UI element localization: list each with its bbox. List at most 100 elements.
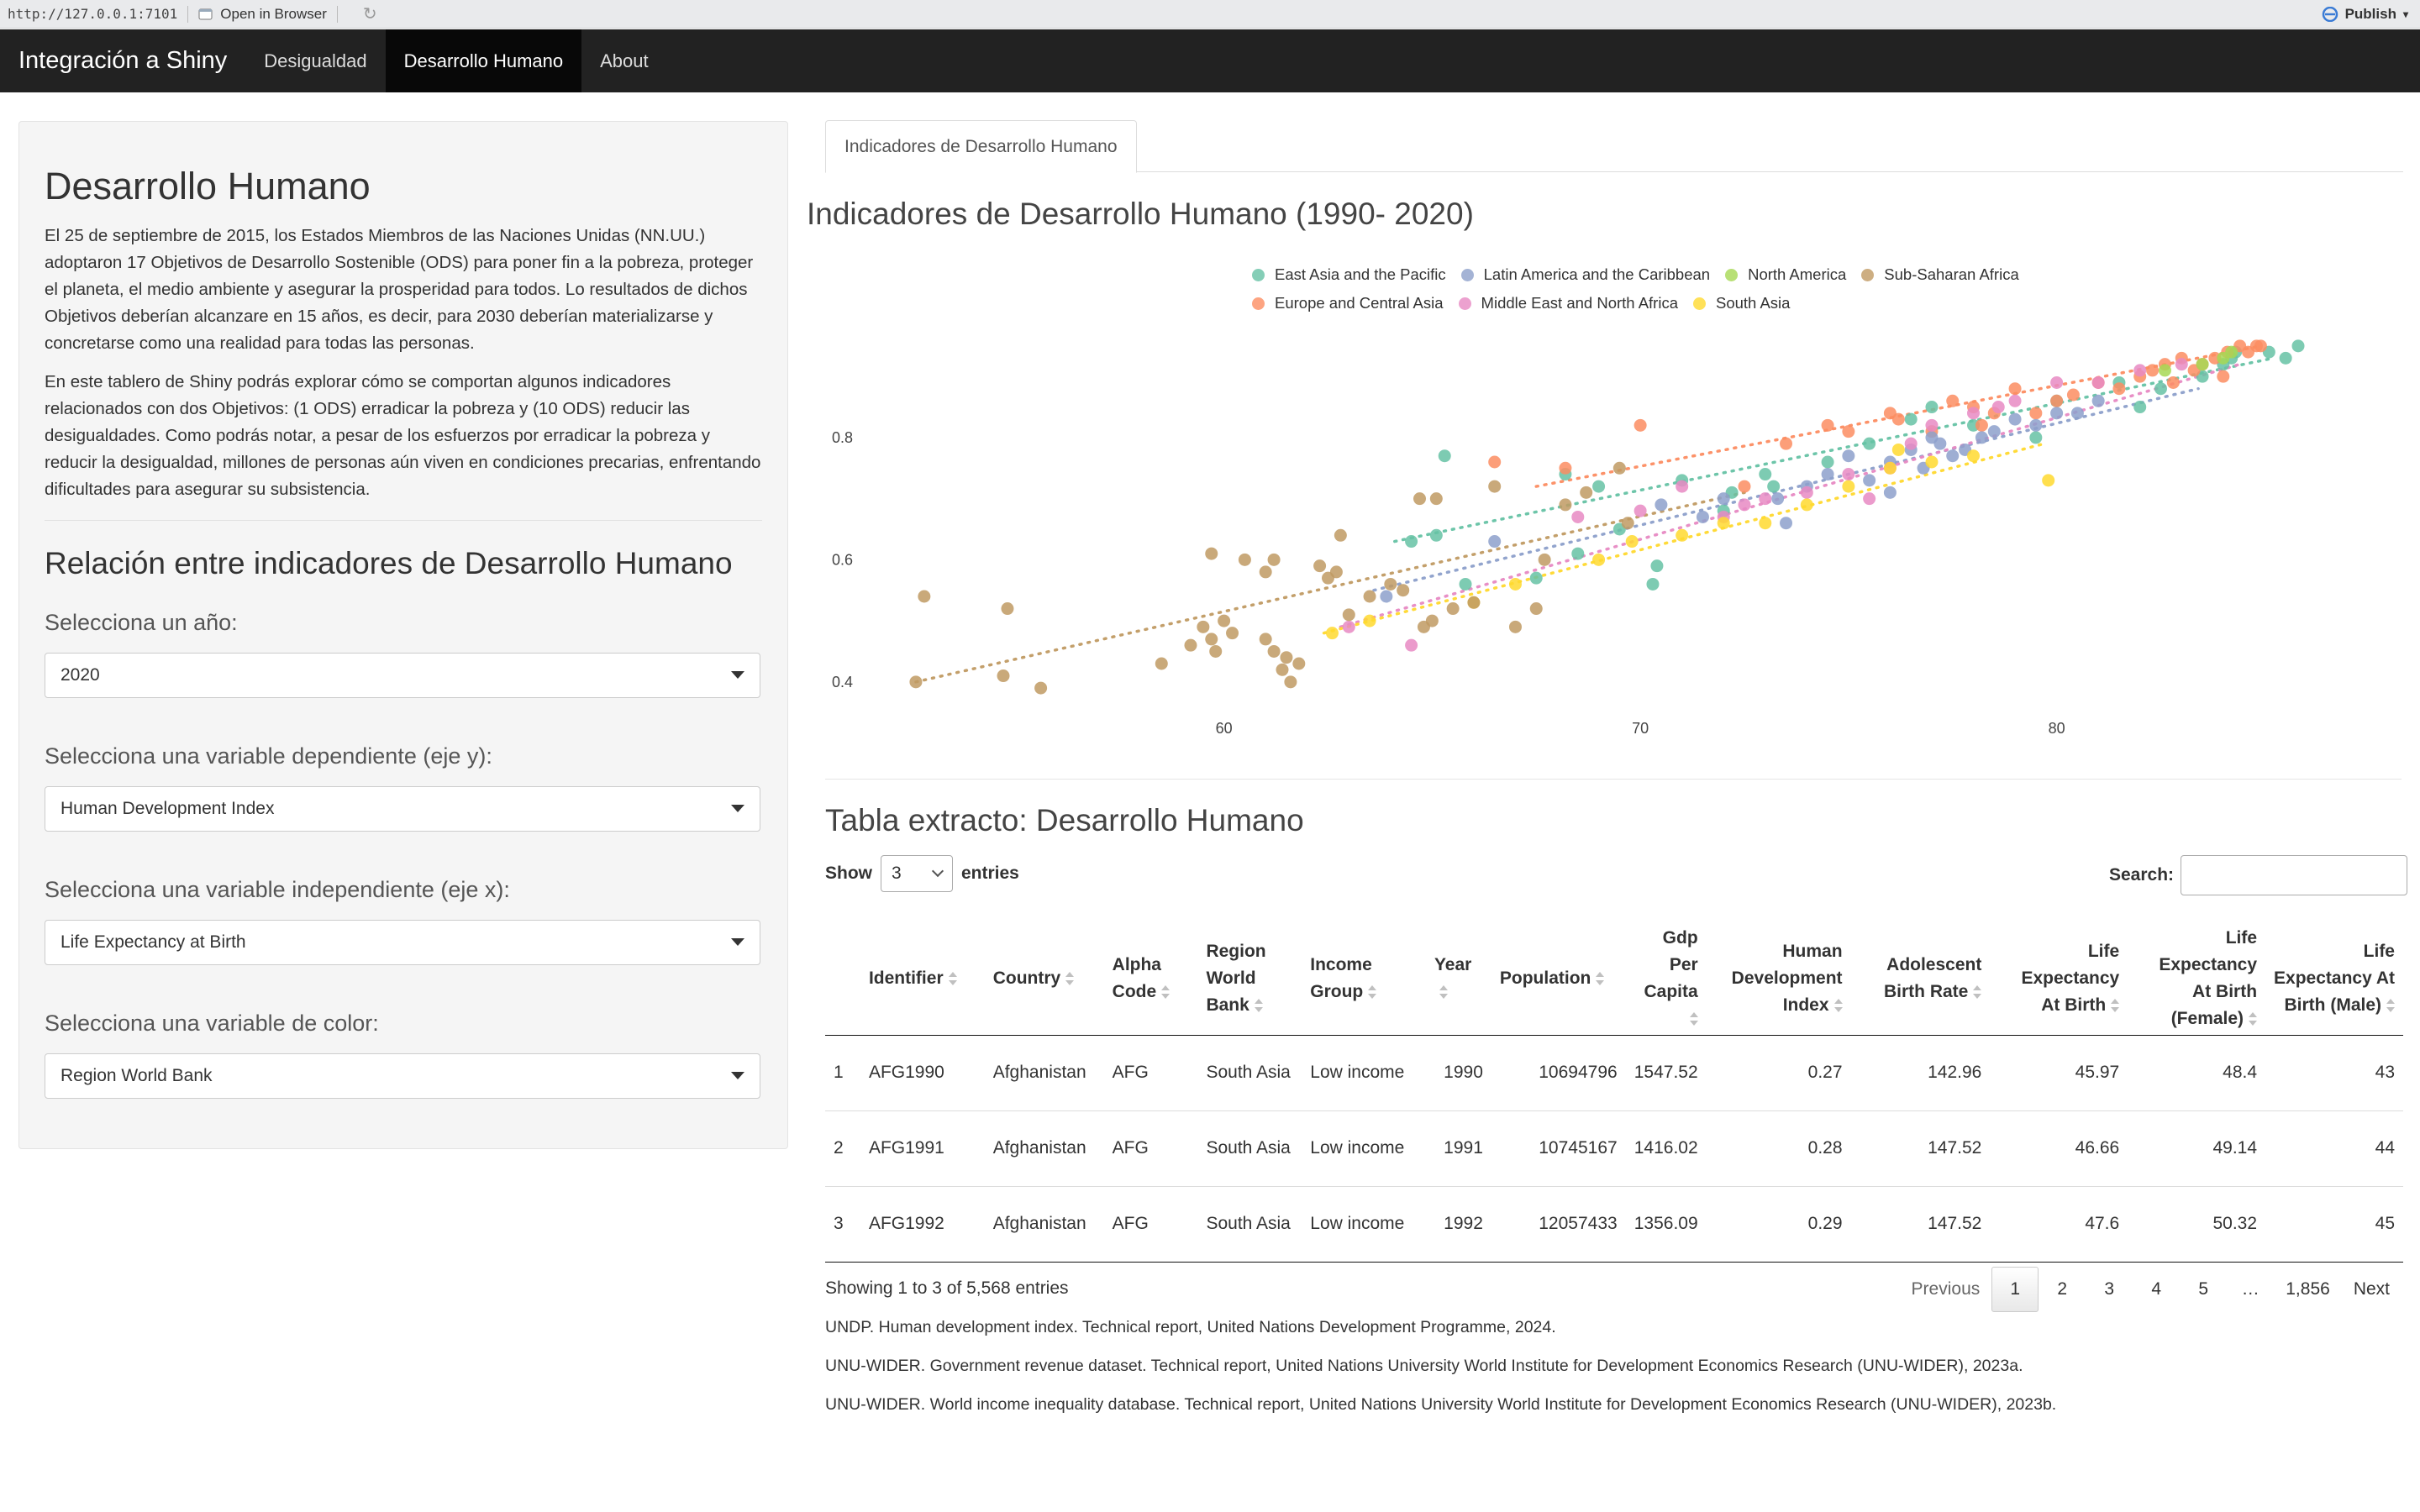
column-header-life-expectancy[interactable]: Life Expectancy At Birth — [1990, 922, 2128, 1036]
publish-icon — [2322, 6, 2338, 22]
cell-population: 12057433 — [1491, 1186, 1626, 1263]
table-title: Tabla extracto: Desarrollo Humano — [825, 803, 1304, 837]
column-header-adolescent-birth-rate[interactable]: Adolescent Birth Rate — [1850, 922, 1991, 1036]
legend-item[interactable]: Middle East and North Africa — [1458, 294, 1678, 312]
page-button-2[interactable]: 2 — [2039, 1267, 2086, 1312]
data-point — [2029, 407, 2043, 420]
nav-item-desarrollo-humano[interactable]: Desarrollo Humano — [385, 29, 582, 92]
viewer-url[interactable]: http://127.0.0.1:7101 — [0, 6, 177, 22]
next-page-button[interactable]: Next — [2342, 1267, 2402, 1312]
column-header-hdi[interactable]: Human Development Index — [1706, 922, 1851, 1036]
publish-label: Publish — [2344, 5, 2396, 22]
column-header-index — [825, 922, 860, 1036]
previous-page-button[interactable]: Previous — [1900, 1267, 1992, 1312]
open-in-browser-button[interactable]: Open in Browser — [198, 6, 327, 23]
data-point — [1325, 627, 1339, 640]
year-select[interactable]: 2020 — [45, 652, 760, 698]
data-point — [1259, 565, 1272, 579]
data-point — [997, 669, 1010, 683]
data-point — [1571, 547, 1585, 560]
scatter-chart[interactable]: 0.4 0.6 0.8 60 70 80 — [807, 319, 2403, 756]
data-point — [1329, 565, 1343, 579]
column-header-gdp-per-capita[interactable]: Gdp Per Capita — [1625, 922, 1707, 1036]
y-variable-select[interactable]: Human Development Index — [45, 785, 760, 832]
data-point — [2158, 364, 2171, 377]
table-row[interactable]: 2 AFG1991 Afghanistan AFG South Asia Low… — [825, 1110, 2403, 1187]
data-point — [1397, 584, 1410, 597]
cell-identifier: AFG1991 — [860, 1110, 985, 1187]
legend-marker — [1725, 268, 1739, 281]
chevron-down-icon: ▾ — [2402, 8, 2408, 20]
data-point — [1967, 407, 1981, 420]
sort-icon — [1368, 985, 1377, 1000]
data-point — [1946, 449, 1960, 463]
show-label: Show — [825, 864, 872, 883]
data-point — [1580, 486, 1593, 499]
data-point — [2279, 351, 2292, 365]
table-row[interactable]: 3 AFG1992 Afghanistan AFG South Asia Low… — [825, 1186, 2403, 1263]
data-point — [2133, 364, 2147, 377]
tab-indicadores[interactable]: Indicadores de Desarrollo Humano — [825, 120, 1137, 173]
data-point — [2029, 431, 2043, 444]
intro-paragraph: El 25 de septiembre de 2015, los Estados… — [45, 225, 754, 353]
data-point — [1334, 528, 1347, 542]
entries-select[interactable]: 3 — [881, 855, 953, 892]
page-button-5[interactable]: 5 — [2180, 1267, 2227, 1312]
page-button-3[interactable]: 3 — [2086, 1267, 2133, 1312]
data-point — [1800, 498, 1813, 512]
data-point — [1975, 418, 1988, 432]
data-point — [1155, 657, 1168, 670]
column-header-life-expectancy-female[interactable]: Life Expectancy At Birth (Female) — [2128, 922, 2266, 1036]
data-point — [1771, 492, 1785, 506]
column-header-region[interactable]: Region World Bank — [1197, 922, 1302, 1036]
column-header-alpha-code[interactable]: Alpha Code — [1103, 922, 1198, 1036]
nav-item-desigualdad[interactable]: Desigualdad — [245, 29, 385, 92]
navbar-brand[interactable]: Integración a Shiny — [0, 29, 245, 92]
sort-icon — [1833, 999, 1843, 1013]
data-point — [2196, 358, 2209, 371]
data-point — [2050, 407, 2064, 420]
data-point — [1413, 492, 1427, 506]
sort-icon — [1254, 999, 1263, 1013]
refresh-icon[interactable]: ↻ — [363, 3, 377, 24]
legend-item[interactable]: Europe and Central Asia — [1252, 294, 1444, 312]
data-point — [2091, 394, 2105, 407]
data-point — [1842, 425, 1855, 438]
page-button-last[interactable]: 1,856 — [2274, 1267, 2342, 1312]
data-point — [1891, 443, 1905, 456]
publish-button[interactable]: Publish ▾ — [2322, 6, 2408, 23]
sort-icon — [2111, 999, 2120, 1013]
table-row[interactable]: 1 AFG1990 Afghanistan AFG South Asia Low… — [825, 1035, 2403, 1111]
data-point — [2070, 407, 2084, 420]
data-point — [1738, 480, 1751, 493]
data-point — [1218, 614, 1231, 627]
nav-item-about[interactable]: About — [581, 29, 667, 92]
column-header-year[interactable]: Year — [1425, 922, 1491, 1036]
column-header-life-expectancy-male[interactable]: Life Expectancy At Birth (Male) — [2265, 922, 2403, 1036]
column-header-country[interactable]: Country — [984, 922, 1104, 1036]
data-point — [1738, 498, 1751, 512]
legend-item[interactable]: North America — [1725, 265, 1846, 284]
legend-item[interactable]: Latin America and the Caribbean — [1460, 265, 1710, 284]
legend-label: Europe and Central Asia — [1275, 294, 1444, 312]
color-variable-select[interactable]: Region World Bank — [45, 1053, 760, 1099]
data-point — [1780, 437, 1793, 450]
cell-gdp-per-capita: 1356.09 — [1625, 1186, 1707, 1263]
data-point — [1529, 571, 1543, 585]
data-point — [1842, 480, 1855, 493]
page-button-1[interactable]: 1 — [1991, 1267, 2039, 1312]
legend-item[interactable]: South Asia — [1693, 294, 1790, 312]
column-header-identifier[interactable]: Identifier — [860, 922, 985, 1036]
data-point — [1384, 577, 1397, 591]
legend-item[interactable]: East Asia and the Pacific — [1252, 265, 1446, 284]
column-header-income-group[interactable]: Income Group — [1302, 922, 1426, 1036]
page-button-4[interactable]: 4 — [2133, 1267, 2180, 1312]
data-point — [2008, 412, 2022, 426]
cell-population: 10694796 — [1491, 1035, 1626, 1111]
x-variable-select[interactable]: Life Expectancy at Birth — [45, 919, 760, 965]
data-point — [1380, 590, 1393, 603]
year-label: Selecciona un año: — [45, 609, 238, 635]
column-header-population[interactable]: Population — [1491, 922, 1626, 1036]
legend-item[interactable]: Sub-Saharan Africa — [1861, 265, 2019, 284]
search-input[interactable] — [2181, 855, 2408, 895]
